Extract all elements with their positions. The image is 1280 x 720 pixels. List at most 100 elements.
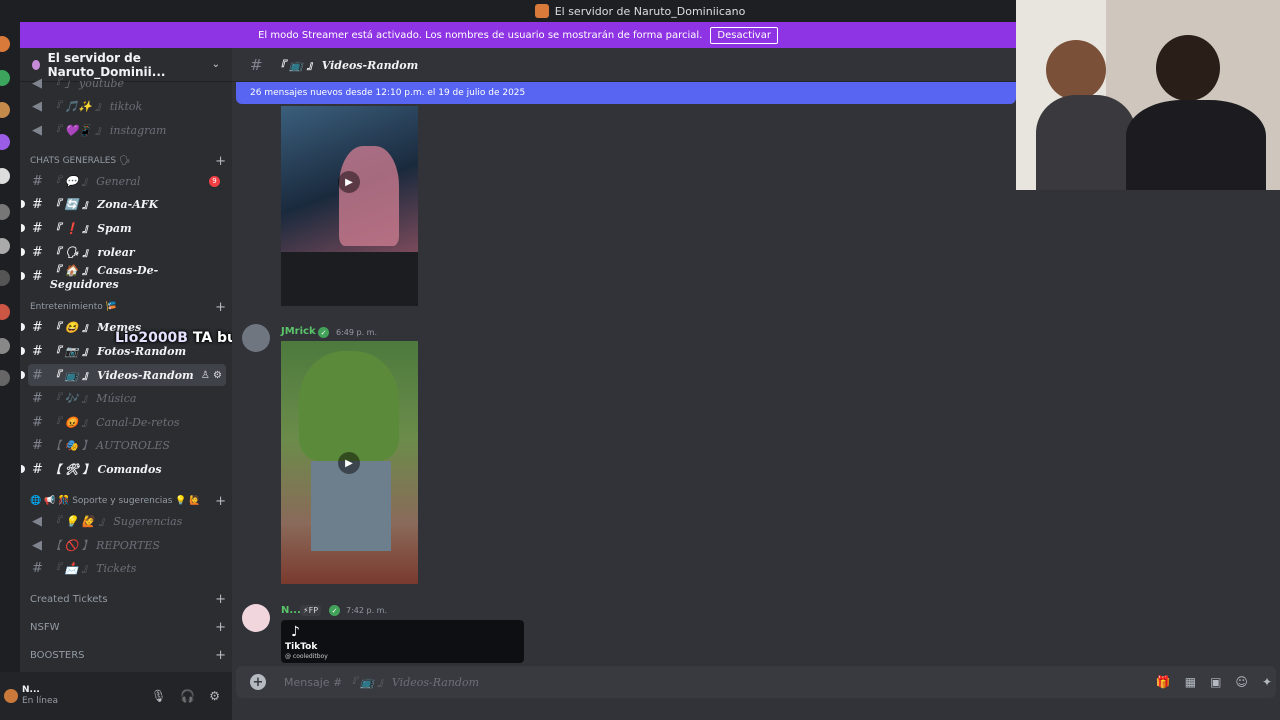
channel-spam[interactable]: # 『 ❗ 』 Spam xyxy=(21,217,226,239)
channel-tickets[interactable]: # 『 📩 』 Tickets xyxy=(28,557,226,579)
gift-icon[interactable]: 🎁 xyxy=(1156,675,1171,689)
plus-icon[interactable]: + xyxy=(215,494,226,509)
category-nsfw[interactable]: NSFW + xyxy=(30,618,226,636)
disable-streamer-button[interactable]: Desactivar xyxy=(710,26,778,44)
hash-icon: # xyxy=(32,343,43,359)
plus-icon[interactable]: + xyxy=(215,620,226,635)
channel-retos[interactable]: # 『 😡 』 Canal-De-retos xyxy=(28,411,226,433)
category-created-tickets[interactable]: Created Tickets + xyxy=(30,590,226,608)
channel-title: 『 📺 』 Videos-Random xyxy=(274,58,419,72)
overlay-username: Lio2000B xyxy=(115,330,188,346)
user-info[interactable]: N... En línea xyxy=(22,685,58,707)
avatar[interactable] xyxy=(4,689,18,703)
channel-casas[interactable]: # 『 🏠 』 Casas-De-Seguidores xyxy=(21,264,226,291)
category-entretenimiento[interactable]: Entretenimiento 🎏 + xyxy=(30,298,226,316)
discord-window: El servidor de Naruto_Dominiicano El mod… xyxy=(0,0,1280,720)
server-icon[interactable] xyxy=(0,304,10,320)
server-rail xyxy=(0,22,20,720)
play-icon[interactable]: ▶ xyxy=(338,171,360,193)
unread-indicator xyxy=(21,347,25,355)
plus-icon[interactable]: + xyxy=(215,592,226,607)
unread-indicator xyxy=(21,323,25,331)
forum-icon: ◀ xyxy=(32,513,42,529)
channel-sidebar: El servidor de Naruto_Dominii... ⌄ ◀ 『 」 … xyxy=(20,48,232,672)
tiktok-icon: ♪ xyxy=(291,624,300,640)
new-messages-bar[interactable]: 26 mensajes nuevos desde 12:10 p.m. el 1… xyxy=(236,82,1016,104)
video-embed[interactable]: ▶ xyxy=(281,106,418,306)
user-panel: N... En línea 🎙 🎧 ⚙ xyxy=(0,672,232,720)
category-chats[interactable]: CHATS GENERALES 🗣 + xyxy=(30,152,226,170)
emoji-icon[interactable]: ☺ xyxy=(1235,675,1248,689)
server-icon[interactable] xyxy=(0,338,10,354)
channel-youtube[interactable]: ◀ 『 」 youtube xyxy=(28,72,226,94)
channel-general[interactable]: # 『 💬 』 General 9 xyxy=(28,170,226,192)
sticker-icon[interactable]: ▣ xyxy=(1210,675,1221,689)
channel-reportes[interactable]: ◀ 【 🚫 】 REPORTES xyxy=(28,534,226,556)
speaker-icon: ◀ xyxy=(32,98,42,114)
channel-comandos[interactable]: # 【 🛠 】 Comandos xyxy=(21,458,226,480)
gif-icon[interactable]: ▦ xyxy=(1185,675,1196,689)
category-soporte[interactable]: 🌐 📢 🎊 Soporte y sugerencias 💡 🙋 + xyxy=(30,492,226,510)
plus-icon[interactable]: + xyxy=(215,300,226,315)
message-author[interactable]: JMrick xyxy=(281,326,316,337)
message-composer[interactable]: + Mensaje # 『 📺 』 Videos-Random 🎁 ▦ ▣ ☺ … xyxy=(236,666,1276,698)
person-body xyxy=(1126,100,1266,190)
role-tag: ⚡FP xyxy=(300,605,322,616)
channel-instagram[interactable]: ◀ 『 💜📱 』 instagram xyxy=(28,119,226,141)
webcam-overlay xyxy=(1016,0,1280,190)
hash-icon: # xyxy=(32,319,43,335)
server-icon[interactable] xyxy=(0,102,10,118)
unread-indicator xyxy=(21,200,25,208)
message-input[interactable]: Mensaje # 『 📺 』 Videos-Random xyxy=(284,674,479,690)
channel-tiktok[interactable]: ◀ 『 🎵✨ 』 tiktok xyxy=(28,95,226,117)
channel-musica[interactable]: # 『 🎶 』 Música xyxy=(28,387,226,409)
person-head xyxy=(1046,40,1106,100)
headphones-icon[interactable]: 🎧 xyxy=(180,689,195,703)
hash-icon: # xyxy=(32,560,43,576)
hash-icon: # xyxy=(32,173,43,189)
server-icon[interactable] xyxy=(0,204,10,220)
server-icon xyxy=(32,59,40,70)
server-icon[interactable] xyxy=(0,70,10,86)
channel-sugerencias[interactable]: ◀ 『 💡 🙋 』 Sugerencias xyxy=(28,510,226,532)
play-icon[interactable]: ▶ xyxy=(338,452,360,474)
hash-icon: # xyxy=(32,244,43,260)
add-attachment-icon[interactable]: + xyxy=(250,674,266,690)
hash-icon: # xyxy=(32,220,43,236)
unread-indicator xyxy=(21,272,25,280)
hash-icon: # xyxy=(32,367,43,383)
mic-icon[interactable]: 🎙 xyxy=(151,689,166,703)
tiktok-embed[interactable]: ♪ TikTok @ cooleditboy xyxy=(281,620,524,663)
channel-rolear[interactable]: # 『 🗣 』 rolear xyxy=(21,241,226,263)
server-icon[interactable] xyxy=(0,370,10,386)
speaker-icon: ◀ xyxy=(32,75,42,91)
speaker-icon: ◀ xyxy=(32,122,42,138)
gear-icon[interactable]: ⚙ xyxy=(209,689,220,703)
app-icon xyxy=(534,4,549,18)
server-icon[interactable] xyxy=(0,168,10,184)
hash-icon: # xyxy=(250,55,263,74)
server-icon[interactable] xyxy=(0,134,10,150)
verified-icon: ✓ xyxy=(318,327,329,338)
server-icon[interactable] xyxy=(0,36,10,52)
plus-icon[interactable]: + xyxy=(215,648,226,663)
plus-icon[interactable]: + xyxy=(215,154,226,169)
server-icon[interactable] xyxy=(0,270,10,286)
message-author[interactable]: N... xyxy=(281,605,301,616)
channel-zona-afk[interactable]: # 『 🔄 』 Zona-AFK xyxy=(21,193,226,215)
channel-settings-icon[interactable]: ♙ ⚙ xyxy=(201,370,222,381)
avatar[interactable] xyxy=(242,604,270,632)
streamer-mode-banner: El modo Streamer está activado. Los nomb… xyxy=(20,22,1016,48)
server-icon[interactable] xyxy=(0,238,10,254)
category-boosters[interactable]: BOOSTERS + xyxy=(30,646,226,664)
avatar[interactable] xyxy=(242,324,270,352)
video-figure xyxy=(339,146,399,246)
unread-indicator xyxy=(21,224,25,232)
hash-icon: # xyxy=(32,461,43,477)
channel-autoroles[interactable]: # 【 🎭 】 AUTOROLES xyxy=(28,434,226,456)
channel-videos-random[interactable]: # 『 📺 』 Videos-Random ♙ ⚙ xyxy=(21,364,226,386)
video-embed[interactable]: ▶ xyxy=(281,341,418,584)
apps-icon[interactable]: ✦ xyxy=(1262,675,1272,689)
hash-icon: # xyxy=(32,390,43,406)
window-title: El servidor de Naruto_Dominiicano xyxy=(554,4,746,18)
